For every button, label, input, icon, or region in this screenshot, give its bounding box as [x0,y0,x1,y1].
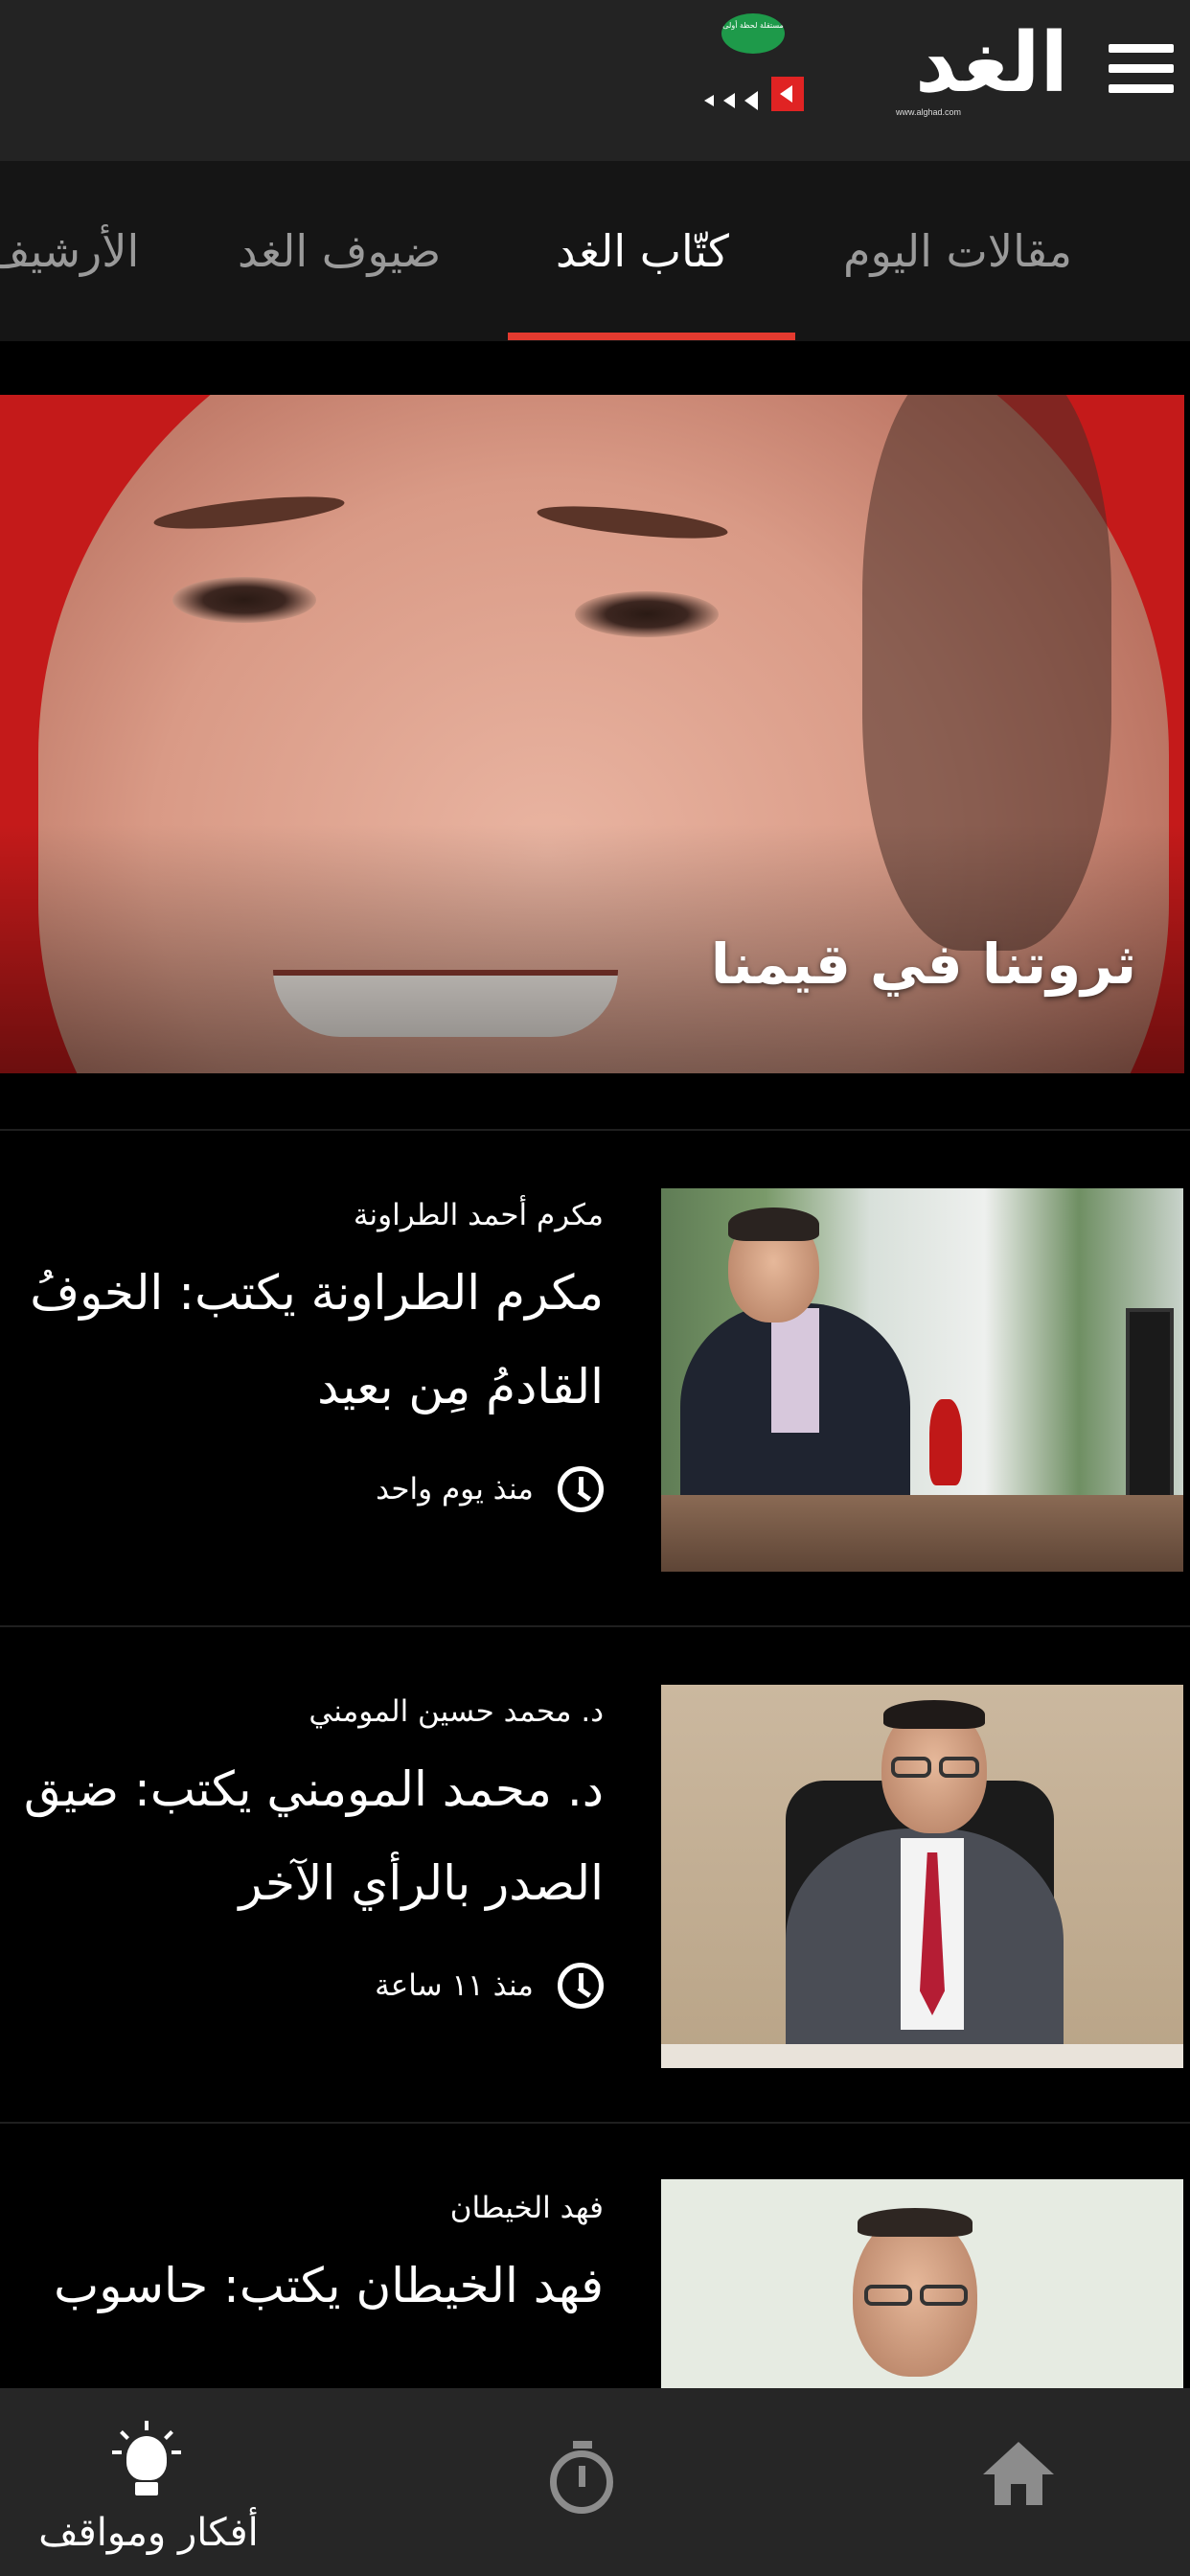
hero-article-card[interactable]: ثروتنا في قيمنا [0,395,1184,1073]
nav-label: أفكار ومواقف [38,2511,259,2555]
article-headline[interactable]: د. محمد المومني يكتب: ضيق الصدر بالرأي ا… [0,1742,604,1930]
person-hair [728,1208,819,1241]
vase-shape [929,1399,962,1485]
person-hair [858,2208,973,2237]
clock-icon [558,1963,604,2009]
article-thumbnail[interactable] [661,1685,1183,2068]
alghad-logo[interactable]: مستقلة لحظة أولى الغد www.alghad.com [704,10,1068,125]
article-item[interactable]: مكرم أحمد الطراونة مكرم الطراونة يكتب: ا… [0,1131,1190,1625]
logo-badge: مستقلة لحظة أولى [721,13,785,54]
nav-ideas-opinions[interactable]: أفكار ومواقف [0,2388,297,2576]
headline-line: مكرم الطراونة يكتب: الخوفُ [30,1265,604,1321]
desk-shape [661,1495,1183,1572]
article-author[interactable]: د. محمد حسين المومني [309,1694,604,1729]
glasses-shape [864,2285,912,2306]
glasses-shape [920,2285,968,2306]
article-headline[interactable]: مكرم الطراونة يكتب: الخوفُ القادمُ مِن ب… [0,1246,604,1434]
article-item[interactable]: د. محمد حسين المومني د. محمد المومني يكت… [0,1627,1190,2122]
hamburger-menu-icon[interactable] [1109,44,1174,94]
article-author[interactable]: فهد الخيطان [450,2191,604,2225]
nav-home[interactable] [891,2388,1159,2576]
desk-shape [661,2044,1183,2068]
active-tab-indicator [508,333,795,340]
clock-icon [558,1466,604,1512]
logo-text: الغد [915,15,1068,111]
hero-photo-eye [172,577,316,623]
shirt-shape [771,1308,819,1433]
article-time: منذ ١١ ساعة [375,1963,604,2011]
lightbulb-icon [112,2421,181,2503]
nav-timer[interactable] [448,2388,717,2576]
monitor-shape [1126,1308,1174,1509]
bottom-navigation: أفكار ومواقف [0,2388,1190,2576]
home-icon [983,2442,1054,2505]
article-item[interactable]: فهد الخيطان فهد الخيطان يكتب: حاسوب [0,2124,1190,2388]
hero-title[interactable]: ثروتنا في قيمنا [711,932,1136,997]
tab-todays-articles[interactable]: مقالات اليوم [843,161,1072,341]
headline-line: فهد الخيطان يكتب: حاسوب [54,2258,604,2313]
app-header: مستقلة لحظة أولى الغد www.alghad.com [0,0,1190,161]
time-text: منذ يوم واحد [376,1472,534,1506]
article-headline[interactable]: فهد الخيطان يكتب: حاسوب [0,2239,604,2333]
headline-line: القادمُ مِن بعيد [317,1359,604,1414]
article-time: منذ يوم واحد [376,1466,604,1514]
hero-photo-eye [575,591,719,637]
person-hair [883,1700,985,1729]
logo-site: www.alghad.com [896,107,962,117]
tab-archive[interactable]: الأرشيف [0,161,139,341]
tab-alghad-guests[interactable]: ضيوف الغد [238,161,441,341]
logo-red-square [771,77,804,111]
article-thumbnail[interactable] [661,2179,1183,2388]
article-author[interactable]: مكرم أحمد الطراونة [354,1198,604,1232]
section-tabs: مقالات اليوم كتّاب الغد ضيوف الغد الأرشي… [0,161,1190,341]
headline-line: د. محمد المومني يكتب: ضيق [23,1761,604,1817]
time-text: منذ ١١ ساعة [375,1968,534,2003]
headline-line: الصدر بالرأي الآخر [239,1855,604,1911]
stopwatch-icon [550,2441,615,2516]
article-thumbnail[interactable] [661,1188,1183,1572]
tab-alghad-writers[interactable]: كتّاب الغد [556,161,729,341]
glasses-shape [891,1757,931,1778]
glasses-shape [939,1757,979,1778]
